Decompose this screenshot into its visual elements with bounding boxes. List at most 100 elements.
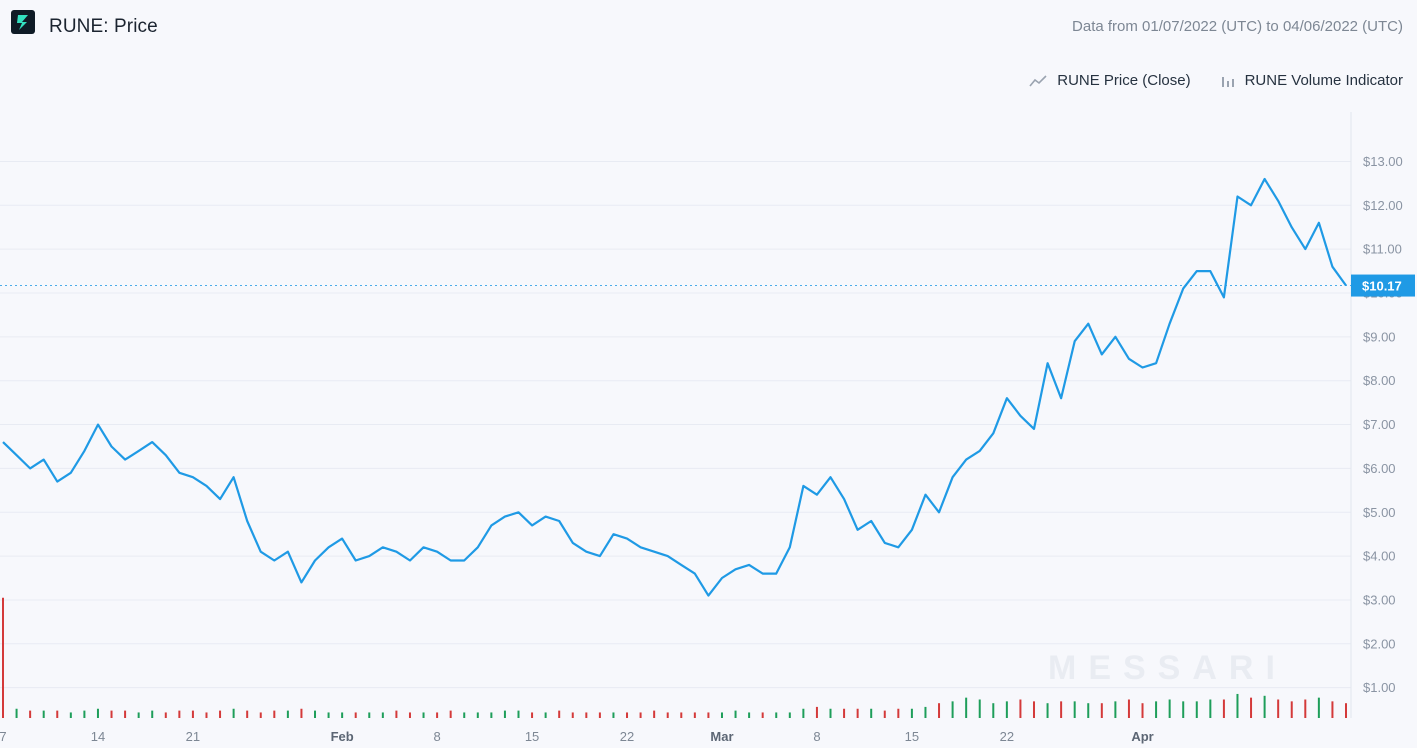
volume-bar bbox=[286, 710, 289, 718]
volume-bar bbox=[1005, 701, 1008, 718]
volume-bar bbox=[314, 710, 317, 718]
y-tick-label: $3.00 bbox=[1363, 592, 1396, 607]
volume-bar bbox=[273, 710, 276, 718]
volume-bar bbox=[395, 710, 398, 718]
volume-bar bbox=[802, 708, 805, 718]
y-tick-label: $8.00 bbox=[1363, 373, 1396, 388]
volume-bar bbox=[1345, 703, 1347, 718]
volume-bar bbox=[232, 708, 235, 718]
volume-bar bbox=[2, 597, 4, 718]
volume-bar bbox=[191, 710, 194, 718]
volume-bar bbox=[693, 712, 696, 718]
volume-bar bbox=[680, 712, 683, 718]
volume-bar bbox=[408, 712, 411, 718]
volume-bar bbox=[734, 710, 737, 718]
volume-bar bbox=[1114, 701, 1117, 718]
volume-bar bbox=[1032, 701, 1035, 718]
volume-bar bbox=[449, 710, 452, 718]
volume-bar bbox=[300, 708, 303, 718]
volume-bar bbox=[1236, 693, 1239, 718]
volume-bar bbox=[246, 710, 249, 718]
volume-bar bbox=[761, 712, 764, 718]
volume-bar bbox=[1155, 701, 1158, 718]
volume-bar bbox=[924, 706, 927, 718]
volume-bar bbox=[897, 708, 900, 718]
volume-bar bbox=[354, 712, 357, 718]
volume-bar bbox=[42, 710, 45, 718]
volume-bar bbox=[544, 712, 547, 718]
volume-bar bbox=[137, 712, 140, 718]
volume-bar bbox=[1060, 701, 1063, 718]
x-tick-label: 8 bbox=[433, 729, 440, 744]
volume-bar bbox=[571, 712, 574, 718]
volume-bar bbox=[178, 710, 181, 718]
last-price-label: $10.17 bbox=[1362, 279, 1402, 294]
volume-bar bbox=[463, 712, 466, 718]
x-tick-label: 22 bbox=[620, 729, 634, 744]
volume-bar bbox=[476, 712, 479, 718]
volume-bar bbox=[1019, 699, 1022, 718]
volume-bar bbox=[327, 712, 330, 718]
volume-bar bbox=[965, 697, 968, 718]
x-tick-label: 14 bbox=[91, 729, 105, 744]
volume-bar bbox=[259, 712, 262, 718]
volume-bar bbox=[490, 712, 493, 718]
y-tick-label: $6.00 bbox=[1363, 461, 1396, 476]
y-tick-labels: $1.00 $2.00 $3.00 $4.00 $5.00 $6.00 $7.00 $8.00… bbox=[1363, 154, 1403, 695]
x-tick-label: 8 bbox=[813, 729, 820, 744]
volume-bar bbox=[341, 712, 344, 718]
messari-watermark: MESSARI bbox=[1048, 649, 1287, 687]
volume-bar bbox=[1100, 703, 1103, 718]
volume-bar bbox=[1277, 699, 1280, 718]
volume-bar bbox=[938, 703, 941, 718]
y-tick-label: $11.00 bbox=[1363, 242, 1402, 257]
volume-bar bbox=[531, 712, 534, 718]
volume-bar bbox=[639, 712, 642, 718]
volume-bar bbox=[1127, 699, 1130, 718]
volume-bar bbox=[29, 710, 32, 718]
volume-bar bbox=[856, 708, 859, 718]
price-line-layer bbox=[2, 177, 1347, 597]
y-tick-label: $7.00 bbox=[1363, 417, 1396, 432]
volume-bar bbox=[558, 710, 561, 718]
price-chart[interactable]: MESSARI $1.00 $2.00 $3.00 $4.00 $5.00 $6.00 $7… bbox=[0, 0, 1417, 748]
volume-bar bbox=[707, 712, 710, 718]
volume-bar bbox=[910, 708, 913, 718]
x-tick-labels: 7 14 21 Feb 8 15 22 Mar 8 15 22 Apr bbox=[0, 729, 1154, 744]
volume-bar bbox=[151, 710, 154, 718]
price-line[interactable] bbox=[2, 177, 1347, 597]
y-tick-label: $4.00 bbox=[1363, 549, 1396, 564]
volume-bar bbox=[422, 712, 425, 718]
volume-bar bbox=[517, 710, 520, 718]
volume-bar bbox=[219, 710, 222, 718]
volume-bar bbox=[381, 712, 384, 718]
volume-bar bbox=[748, 712, 751, 718]
x-tick-label: Apr bbox=[1131, 729, 1153, 744]
volume-bar bbox=[110, 710, 113, 718]
y-tick-label: $13.00 bbox=[1363, 154, 1403, 169]
volume-bar bbox=[1168, 699, 1171, 718]
volume-bar bbox=[1195, 701, 1198, 718]
volume-bar bbox=[951, 701, 954, 718]
volume-bar bbox=[978, 699, 981, 718]
volume-bar bbox=[829, 708, 832, 718]
volume-bar bbox=[870, 708, 873, 718]
volume-bar bbox=[124, 710, 127, 718]
volume-bar bbox=[205, 712, 208, 718]
volume-bar bbox=[1182, 701, 1185, 718]
x-tick-label: 15 bbox=[905, 729, 919, 744]
x-tick-label: 22 bbox=[1000, 729, 1014, 744]
volume-bar bbox=[15, 708, 18, 718]
volume-bar bbox=[1141, 703, 1144, 718]
y-tick-label: $12.00 bbox=[1363, 198, 1403, 213]
y-tick-label: $9.00 bbox=[1363, 329, 1396, 344]
volume-bar bbox=[626, 712, 629, 718]
volume-bar bbox=[1263, 695, 1266, 718]
y-tick-label: $1.00 bbox=[1363, 680, 1396, 695]
volume-bar bbox=[815, 706, 818, 718]
volume-bar bbox=[1331, 701, 1334, 718]
volume-bar bbox=[653, 710, 656, 718]
volume-bar bbox=[1250, 697, 1253, 718]
y-tick-label: $5.00 bbox=[1363, 505, 1396, 520]
x-tick-label: Feb bbox=[331, 729, 354, 744]
